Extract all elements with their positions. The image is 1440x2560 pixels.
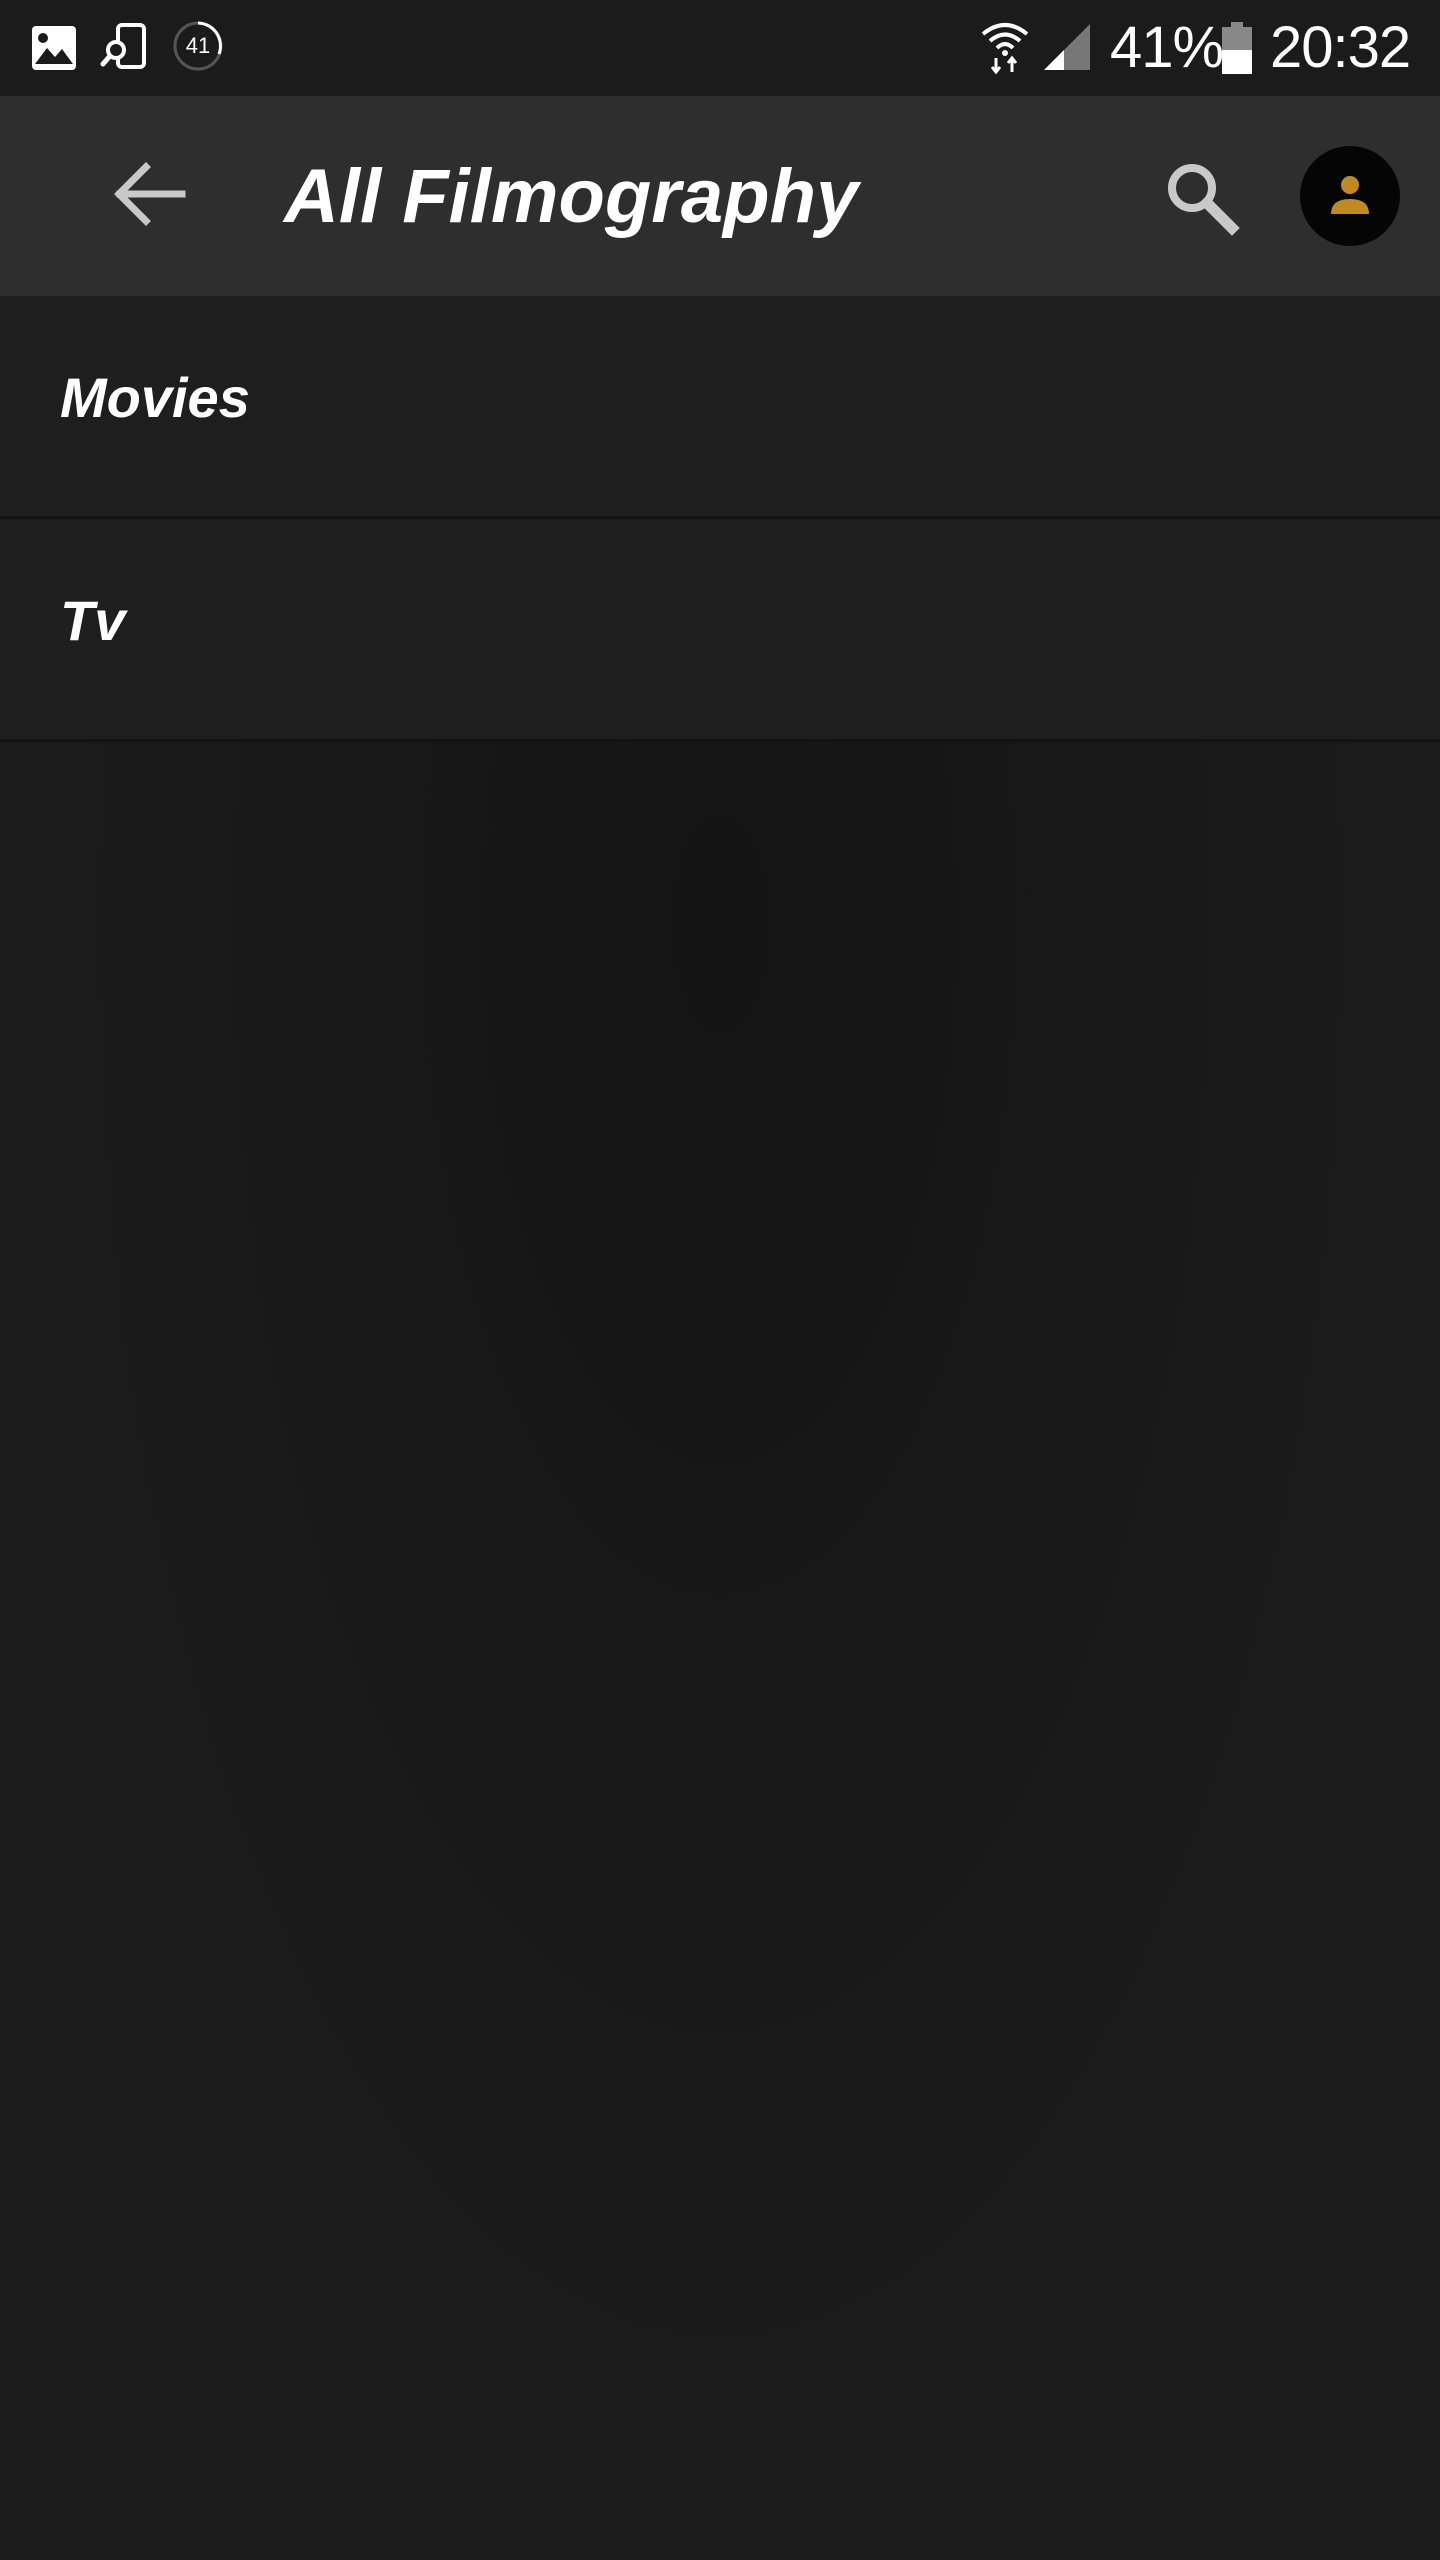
list-item-tv[interactable]: Tv <box>0 519 1440 742</box>
list-item-label: Tv <box>60 589 126 652</box>
filmography-list: Movies Tv <box>0 296 1440 742</box>
phone-search-icon <box>100 22 150 72</box>
battery-percent: 41% <box>1110 15 1224 80</box>
search-icon <box>1160 156 1240 241</box>
status-bar: 41 41% 20:32 <box>0 0 1440 96</box>
list-item-label: Movies <box>60 366 250 429</box>
wifi-icon <box>980 20 1030 75</box>
list-item-movies[interactable]: Movies <box>0 296 1440 519</box>
page-title: All Filmography <box>284 154 859 239</box>
gallery-icon <box>30 24 78 72</box>
app-bar: All Filmography <box>0 96 1440 296</box>
battery-icon <box>1222 22 1252 74</box>
back-button[interactable] <box>100 146 200 246</box>
progress-badge-text: 41 <box>185 33 211 58</box>
arrow-left-icon <box>110 154 190 239</box>
empty-content-area <box>0 742 1440 2560</box>
signal-icon <box>1042 22 1092 72</box>
progress-circle-icon: 41 <box>172 20 224 72</box>
clock: 20:32 <box>1270 15 1411 80</box>
search-button[interactable] <box>1150 148 1250 248</box>
person-icon <box>1328 172 1372 221</box>
profile-button[interactable] <box>1300 146 1400 246</box>
